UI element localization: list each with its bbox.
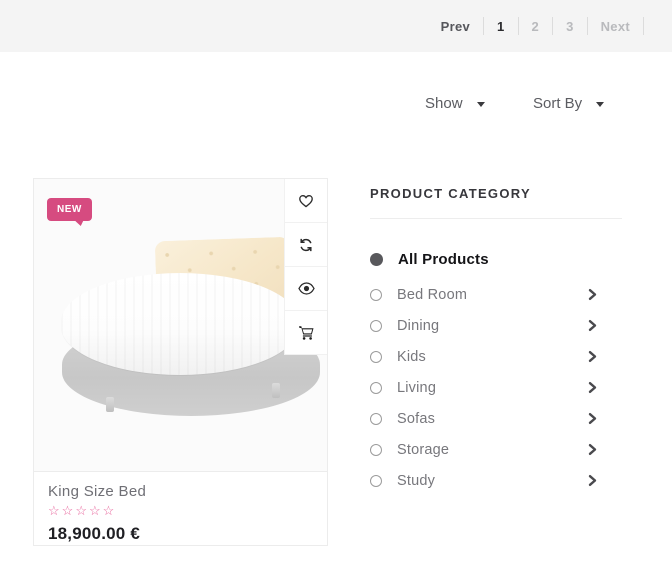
category-label: Kids (397, 349, 426, 365)
category-item-kids[interactable]: Kids (370, 341, 622, 372)
category-label: Dining (397, 318, 439, 334)
product-card: NEW (33, 178, 328, 546)
star-icon: ☆ (48, 503, 62, 518)
product-price: 18,900.00 € (48, 524, 313, 544)
show-dropdown[interactable]: Show (425, 95, 485, 112)
compare-button[interactable] (285, 223, 327, 267)
sort-by-dropdown[interactable]: Sort By (533, 95, 604, 112)
chevron-right-icon[interactable] (587, 288, 598, 301)
category-item-storage[interactable]: Storage (370, 434, 622, 465)
radio-icon (370, 320, 382, 332)
category-sidebar: PRODUCT CATEGORY All Products Bed Room D… (370, 186, 622, 496)
radio-icon (370, 351, 382, 363)
category-item-all-products[interactable]: All Products (370, 244, 622, 275)
top-pagination-bar: Prev 1 2 3 Next (0, 0, 672, 52)
cart-icon (298, 325, 315, 341)
star-icon: ☆ (62, 503, 76, 518)
bed-leg (272, 383, 280, 398)
product-info: King Size Bed ☆☆☆☆☆ 18,900.00 € (34, 471, 327, 544)
product-rating: ☆☆☆☆☆ (48, 503, 313, 518)
chevron-right-icon[interactable] (587, 412, 598, 425)
chevron-right-icon[interactable] (587, 474, 598, 487)
category-label: All Products (398, 251, 489, 268)
show-dropdown-label: Show (425, 95, 463, 112)
category-item-study[interactable]: Study (370, 465, 622, 496)
sort-by-dropdown-label: Sort By (533, 95, 582, 112)
pagination: Prev 1 2 3 Next (428, 0, 644, 52)
star-icon: ☆ (89, 503, 103, 518)
pagination-page-1[interactable]: 1 (484, 17, 519, 35)
star-icon: ☆ (75, 503, 89, 518)
chevron-right-icon[interactable] (587, 443, 598, 456)
add-to-cart-button[interactable] (285, 311, 327, 355)
product-title-link[interactable]: King Size Bed (48, 483, 313, 500)
category-list: All Products Bed Room Dining Kids L (370, 244, 622, 496)
pagination-page-3[interactable]: 3 (553, 17, 588, 35)
chevron-down-icon (477, 102, 485, 107)
chevron-right-icon[interactable] (587, 381, 598, 394)
sidebar-title: PRODUCT CATEGORY (370, 186, 622, 201)
radio-icon (370, 382, 382, 394)
bed-leg (106, 397, 114, 412)
eye-icon (298, 282, 315, 295)
quick-view-button[interactable] (285, 267, 327, 311)
product-image-link[interactable]: NEW (34, 179, 327, 471)
radio-icon (370, 475, 382, 487)
chevron-down-icon (596, 102, 604, 107)
pagination-next-button[interactable]: Next (588, 17, 644, 35)
category-label: Study (397, 473, 435, 489)
category-item-sofas[interactable]: Sofas (370, 403, 622, 434)
radio-icon (370, 444, 382, 456)
pagination-prev-button[interactable]: Prev (428, 17, 484, 35)
category-label: Sofas (397, 411, 435, 427)
heart-icon (298, 193, 314, 209)
category-item-dining[interactable]: Dining (370, 310, 622, 341)
category-item-bed-room[interactable]: Bed Room (370, 279, 622, 310)
chevron-right-icon[interactable] (587, 350, 598, 363)
new-badge: NEW (47, 198, 92, 221)
bed-mattress (61, 273, 299, 375)
category-label: Living (397, 380, 436, 396)
refresh-compare-icon (298, 237, 314, 253)
category-label: Storage (397, 442, 449, 458)
product-action-rail (284, 179, 327, 355)
category-item-living[interactable]: Living (370, 372, 622, 403)
chevron-right-icon[interactable] (587, 319, 598, 332)
radio-selected-icon (370, 253, 383, 266)
wishlist-button[interactable] (285, 179, 327, 223)
radio-icon (370, 413, 382, 425)
category-label: Bed Room (397, 287, 467, 303)
star-icon: ☆ (103, 503, 117, 518)
radio-icon (370, 289, 382, 301)
sidebar-divider (370, 218, 622, 219)
pagination-page-2[interactable]: 2 (519, 17, 554, 35)
